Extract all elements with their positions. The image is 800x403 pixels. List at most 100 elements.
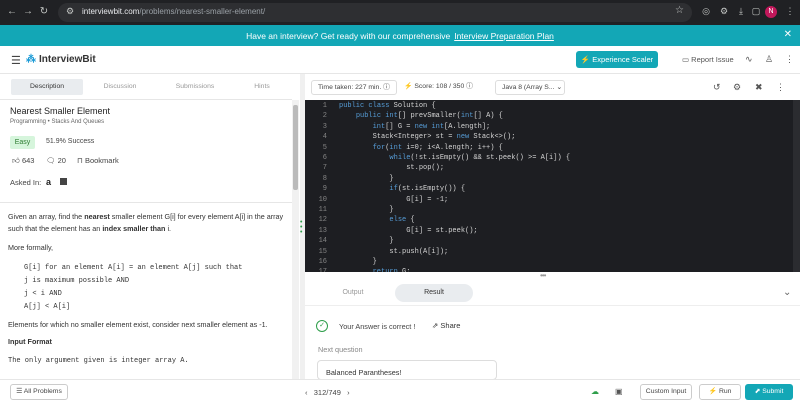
language-select[interactable]: Java 8 (Array S... ⌄ (495, 80, 565, 95)
problem-pane: Description Discussion Submissions Hints… (0, 74, 300, 379)
experience-scaler-button[interactable]: ⚡ Experience Scaler (576, 51, 658, 68)
expand-icon[interactable]: ✖ (755, 82, 763, 93)
line-number: 16 (318, 258, 327, 266)
scrollbar[interactable] (793, 100, 800, 272)
no-smaller-text: Elements for which no smaller element ex… (8, 320, 268, 329)
bolt-icon: ⚡ (404, 83, 413, 90)
code-line: return G; (339, 268, 411, 272)
address-bar[interactable]: ⚙ interviewbit.com/problems/nearest-smal… (58, 3, 692, 22)
line-number: 15 (318, 247, 327, 256)
line-number: 7 (322, 164, 327, 173)
info-icon[interactable]: ⓘ (383, 84, 390, 91)
more-icon[interactable]: ⋮ (784, 6, 796, 17)
tab-submissions[interactable]: Submissions (165, 83, 225, 90)
formal-line: j < i AND (24, 290, 62, 298)
input-format-text: The only argument given is integer array… (8, 357, 189, 365)
like-button[interactable]: 👍︎ 643 (12, 156, 34, 166)
scrollbar-thumb[interactable] (293, 105, 298, 190)
problem-title: Nearest Smaller Element (10, 106, 111, 116)
line-number: 6 (322, 154, 327, 162)
comments-button[interactable]: 🗨︎ 20 (46, 156, 66, 165)
code-line: public int[] prevSmaller(int[] A) { (355, 112, 503, 121)
custom-input-button[interactable]: Custom Input (640, 384, 692, 400)
list-icon: ☰ (16, 388, 23, 395)
browser-toolbar: ← → ↻ ⚙ interviewbit.com/problems/neares… (0, 0, 800, 25)
banner-link[interactable]: Interview Preparation Plan (454, 31, 554, 41)
reload-icon[interactable]: ↻ (38, 6, 50, 17)
all-problems-button[interactable]: ☰ All Problems (10, 384, 68, 400)
line-number: 12 (318, 216, 327, 225)
puzzle-icon[interactable]: ▢ (750, 6, 762, 17)
user-icon[interactable]: ♙ (765, 54, 773, 65)
next-icon[interactable]: › (347, 388, 350, 397)
prev-icon[interactable]: ‹ (305, 388, 308, 397)
line-number: 14 (318, 237, 327, 246)
tab-output[interactable]: Output (325, 284, 381, 302)
extension-icon[interactable]: ⚙ (718, 6, 730, 17)
terminal-icon[interactable]: ▣ (615, 387, 623, 396)
banner-text: Have an interview? Get ready with our co… (246, 31, 554, 41)
code-line: public class Solution { (339, 102, 436, 110)
code-editor[interactable]: 1 public class Solution {2 public int[] p… (305, 100, 793, 272)
bookmark-star-icon[interactable]: ☆ (675, 5, 684, 16)
line-number: 10 (318, 195, 327, 204)
forward-icon[interactable]: → (22, 6, 34, 17)
run-button[interactable]: ⚡ Run (699, 384, 741, 400)
more-formally-text: More formally, (8, 243, 53, 252)
share-button[interactable]: ⇗ Share (432, 321, 460, 330)
next-question-label: Next question (318, 345, 363, 354)
settings-icon[interactable]: ⚙ (733, 82, 741, 93)
problem-tabs: Description Discussion Submissions Hints (0, 74, 292, 100)
close-icon[interactable]: ✕ (784, 29, 792, 40)
url-text: interviewbit.com/problems/nearest-smalle… (82, 7, 266, 16)
chevron-down-icon[interactable]: ⌄ (783, 287, 791, 298)
check-status-icon[interactable]: ☁ (591, 387, 599, 396)
line-number: 17 (305, 268, 327, 272)
formal-line: G[i] for an element A[i] = an element A[… (24, 264, 243, 272)
line-number: 4 (322, 133, 327, 142)
hamburger-icon[interactable]: ☰ (11, 54, 21, 67)
info-icon[interactable]: ⓘ (466, 83, 473, 90)
output-tabs: Output Result (305, 284, 800, 304)
report-issue-button[interactable]: ▭ Report Issue (682, 55, 734, 64)
resize-handle-icon[interactable]: ••• (540, 271, 546, 280)
difficulty-badge: Easy (10, 136, 35, 149)
profile-avatar[interactable]: N (765, 6, 777, 18)
thumbs-up-icon: 👍︎ (12, 156, 20, 165)
more-icon[interactable]: ⋮ (785, 54, 794, 65)
logo[interactable]: ⁂ InterviewBit (26, 54, 96, 65)
submit-button[interactable]: ⬈ Submit (745, 384, 793, 400)
bookmark-button[interactable]: ⊓ Bookmark (77, 156, 119, 165)
tab-discussion[interactable]: Discussion (90, 83, 150, 90)
code-line: if(st.isEmpty()) { (389, 185, 466, 194)
activity-icon[interactable]: ∿ (745, 54, 753, 65)
bottom-bar: ☰ All Problems ‹ 312/749 › ☁ ▣ Custom In… (0, 379, 800, 403)
promo-banner: Have an interview? Get ready with our co… (0, 25, 800, 46)
answer-status: Your Answer is correct ! (339, 322, 416, 331)
success-rate: 51.9% Success (46, 138, 95, 145)
line-number: 1 (322, 102, 327, 110)
undo-icon[interactable]: ↺ (713, 82, 721, 93)
next-question-card[interactable]: Balanced Parantheses! (317, 360, 497, 380)
download-icon[interactable]: ⤓ (735, 6, 747, 17)
breadcrumb[interactable]: Programming • Stacks And Queues (10, 119, 104, 125)
tab-result[interactable]: Result (395, 284, 473, 302)
tab-description[interactable]: Description (11, 79, 83, 95)
code-line: st.pop(); (339, 164, 445, 173)
chevron-down-icon: ⌄ (556, 84, 563, 91)
line-number: 11 (318, 206, 327, 214)
code-line: for(int i=0; i<A.length; i++) { (372, 143, 503, 152)
back-icon[interactable]: ← (6, 6, 18, 17)
code-line: Stack<Integer> st = new Stack<>(); (339, 133, 516, 142)
company-logo-icon[interactable] (60, 178, 67, 185)
code-line: G[i] = -1; (339, 195, 449, 204)
code-line: } (339, 174, 394, 183)
logo-icon: ⁂ (26, 54, 36, 65)
site-settings-icon[interactable]: ⚙ (66, 6, 74, 17)
tab-hints[interactable]: Hints (232, 83, 292, 90)
more-icon[interactable]: ⋮ (776, 82, 785, 93)
score: ⚡ Score: 108 / 350 ⓘ (404, 83, 473, 90)
extension-icon[interactable]: ◎ (700, 6, 712, 17)
amazon-logo-icon[interactable]: a (46, 177, 51, 187)
code-line: G[i] = st.peek(); (339, 226, 478, 235)
